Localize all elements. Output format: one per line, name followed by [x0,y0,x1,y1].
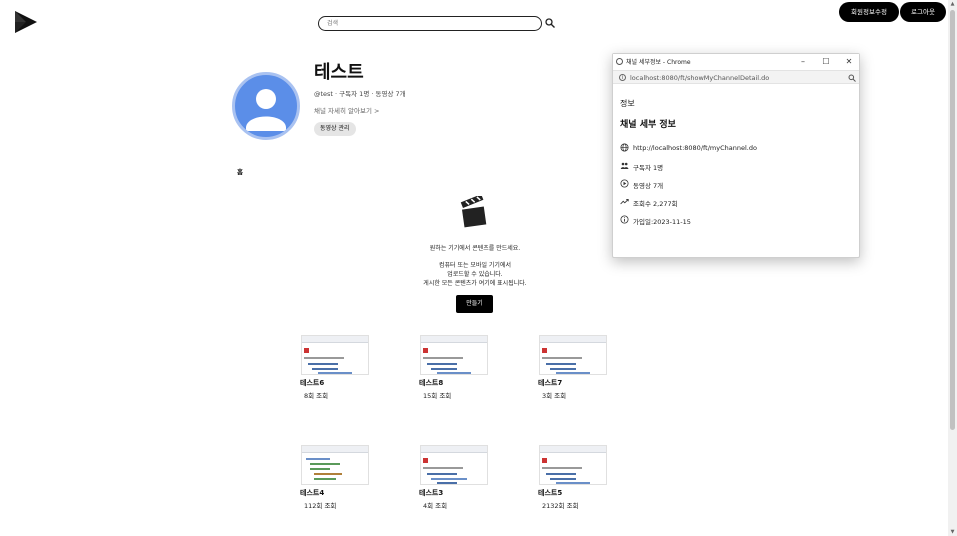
video-title[interactable]: 테스트8 [419,378,491,388]
channel-meta: @test · 구독자 1명 · 동영상 7개 [314,90,406,98]
globe-icon [616,58,623,65]
channel-detail-popup: 채널 세부정보 - Chrome – ☐ ✕ i localhost:8080/… [612,53,860,258]
channel-url-link[interactable]: http://localhost:8080/ft/myChannel.do [633,144,757,152]
search-bar [318,16,556,32]
address-text[interactable]: localhost:8080/ft/showMyChannelDetail.do [630,74,769,82]
channel-name: 테스트 [314,62,364,83]
scroll-thumb[interactable] [950,10,955,430]
play-logo-icon[interactable] [14,10,38,34]
close-icon[interactable]: ✕ [842,56,856,67]
views-text: 조회수 2,277회 [633,200,678,208]
page-scrollbar[interactable]: ▲ ▼ [948,0,957,536]
video-views: 8회 조회 [304,392,329,400]
video-card[interactable]: 테스트4 112회 조회 [300,445,372,510]
play-circle-icon [620,179,629,188]
avatar [232,72,300,140]
video-card[interactable]: 테스트8 15회 조회 [419,335,491,400]
empty-text-1: 원하는 기기에서 콘텐츠를 만드세요. [429,245,521,252]
clapperboard-icon [460,196,487,228]
empty-text-3: 업로드할 수 있습니다. [447,271,503,278]
subscribers-text: 구독자 1명 [633,164,664,172]
globe-icon [620,143,629,152]
video-title[interactable]: 테스트3 [419,488,491,498]
logout-button[interactable]: 로그아웃 [900,2,946,22]
subscribers-icon [620,162,629,169]
popup-subheading: 채널 세부 정보 [620,120,676,130]
minimize-icon[interactable]: – [796,56,810,67]
search-input[interactable] [318,16,542,31]
create-button[interactable]: 만들기 [456,295,493,313]
video-thumbnail[interactable] [301,335,369,375]
manage-videos-button[interactable]: 동영상 관리 [314,122,356,136]
empty-text-4: 게시한 모든 콘텐츠가 여기에 표시됩니다. [423,280,527,287]
info-circle-icon [620,215,629,224]
maximize-icon[interactable]: ☐ [819,56,833,67]
video-views: 3회 조회 [542,392,567,400]
video-views: 112회 조회 [304,502,337,510]
video-title[interactable]: 테스트6 [300,378,372,388]
video-thumbnail[interactable] [301,445,369,485]
video-thumbnail[interactable] [539,335,607,375]
video-card[interactable]: 테스트3 4회 조회 [419,445,491,510]
video-views: 2132회 조회 [542,502,579,510]
popup-heading: 정보 [620,99,635,108]
edit-profile-button[interactable]: 회원정보수정 [839,2,899,22]
channel-more-link[interactable]: 채널 자세히 알아보기 > [314,105,379,115]
user-silhouette-icon [246,89,286,131]
video-views: 4회 조회 [423,502,448,510]
trending-icon [620,198,629,205]
tab-home[interactable]: 홈 [237,166,243,176]
zoom-icon[interactable] [848,74,856,82]
video-views: 15회 조회 [423,392,452,400]
empty-text-2: 컴퓨터 또는 모바일 기기에서 [439,262,511,269]
video-title[interactable]: 테스트5 [538,488,610,498]
video-title[interactable]: 테스트7 [538,378,610,388]
video-card[interactable]: 테스트7 3회 조회 [538,335,610,400]
app-root: 회원정보수정 로그아웃 테스트 @test · 구독자 1명 · 동영상 7개 … [0,0,957,536]
video-title[interactable]: 테스트4 [300,488,372,498]
popup-window-title: 채널 세부정보 - Chrome [626,59,691,66]
video-card[interactable]: 테스트5 2132회 조회 [538,445,610,510]
popup-titlebar[interactable]: 채널 세부정보 - Chrome – ☐ ✕ [613,54,859,70]
video-thumbnail[interactable] [420,445,488,485]
scroll-up-arrow-icon[interactable]: ▲ [949,1,956,7]
scroll-down-arrow-icon[interactable]: ▼ [949,529,956,535]
search-icon[interactable] [544,17,556,29]
video-thumbnail[interactable] [539,445,607,485]
joined-text: 가입일:2023-11-15 [633,218,691,226]
info-icon[interactable]: i [619,74,626,81]
video-thumbnail[interactable] [420,335,488,375]
address-bar[interactable]: i localhost:8080/ft/showMyChannelDetail.… [613,70,859,84]
video-card[interactable]: 테스트6 8회 조회 [300,335,372,400]
videos-count-text: 동영상 7개 [633,182,664,190]
